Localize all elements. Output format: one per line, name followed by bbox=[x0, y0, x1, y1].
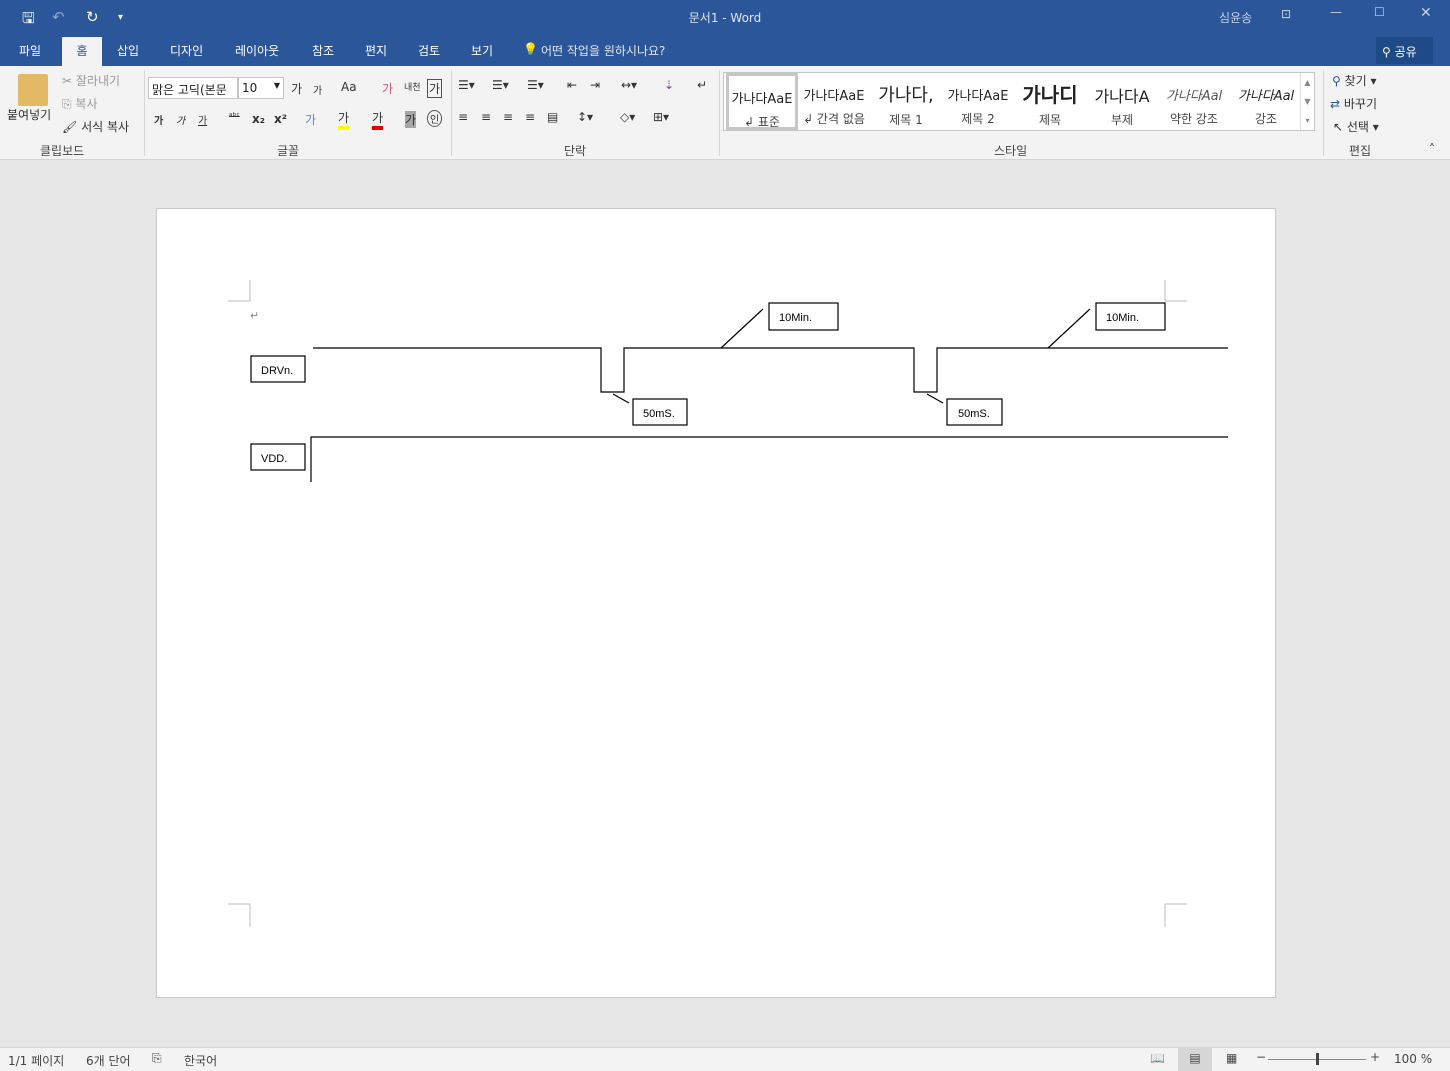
zoom-slider-thumb[interactable] bbox=[1316, 1053, 1319, 1065]
proofing-icon[interactable]: ⎘ bbox=[152, 1051, 162, 1066]
read-mode-icon[interactable]: 📖 bbox=[1150, 1051, 1165, 1065]
ms-label: 50mS. bbox=[643, 408, 675, 420]
callout-line bbox=[612, 308, 1091, 404]
status-bar: 1/1 페이지 6개 단어 ⎘ 한국어 📖 ▤ ▦ − + 100 % bbox=[0, 1047, 1450, 1071]
page-count[interactable]: 1/1 페이지 bbox=[8, 1052, 64, 1069]
zoom-in-button[interactable]: + bbox=[1370, 1050, 1380, 1064]
drv-label: DRVn. bbox=[261, 365, 293, 377]
zoom-level[interactable]: 100 % bbox=[1394, 1052, 1432, 1066]
min-label: 10Min. bbox=[779, 312, 812, 324]
paragraph-mark: ↵ bbox=[250, 310, 259, 322]
min-label: 10Min. bbox=[1106, 312, 1139, 324]
vdd-signal-line bbox=[310, 436, 1228, 482]
timing-diagram: ↵ DRVn. VDD. 10Min. 10Min. 50mS. 50mS. bbox=[228, 280, 1228, 927]
ms-label: 50mS. bbox=[958, 408, 990, 420]
word-count[interactable]: 6개 단어 bbox=[86, 1052, 131, 1069]
language[interactable]: 한국어 bbox=[184, 1052, 217, 1069]
margin-marks bbox=[228, 280, 1187, 927]
vdd-label: VDD. bbox=[261, 453, 287, 465]
web-layout-icon[interactable]: ▦ bbox=[1226, 1051, 1237, 1065]
drv-signal-line bbox=[313, 347, 1228, 393]
zoom-out-button[interactable]: − bbox=[1256, 1050, 1266, 1064]
print-layout-icon[interactable]: ▤ bbox=[1178, 1048, 1212, 1071]
